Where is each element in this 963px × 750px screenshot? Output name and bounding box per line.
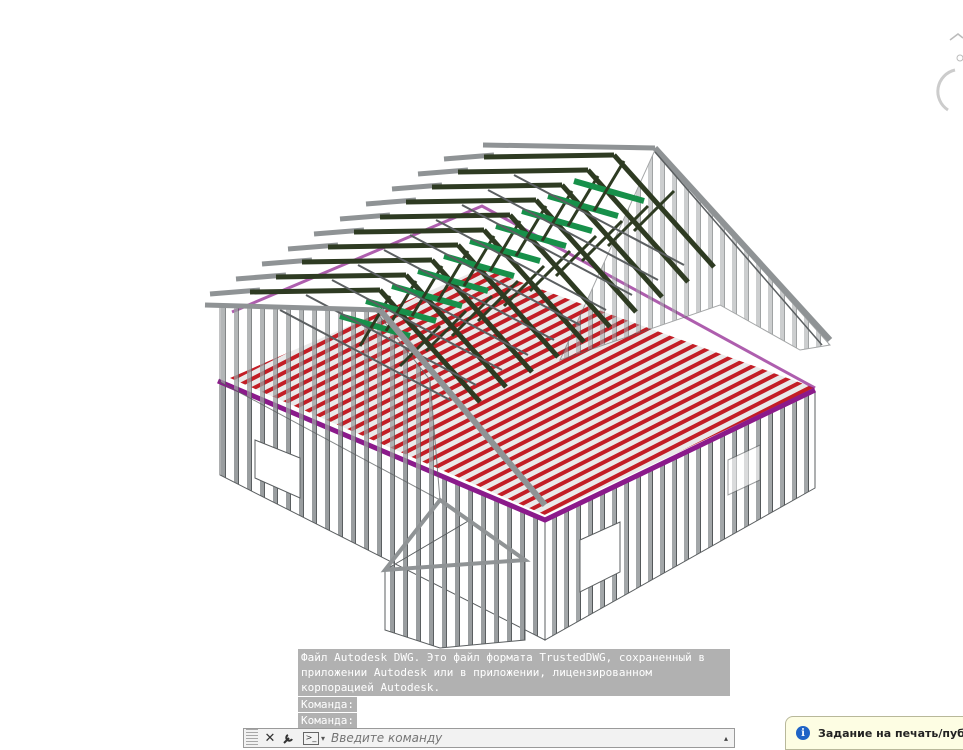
print-job-notification[interactable]: i Задание на печать/публи bbox=[785, 716, 963, 750]
command-history-message: Файл Autodesk DWG. Это файл формата Trus… bbox=[298, 649, 730, 696]
drag-handle[interactable] bbox=[246, 729, 258, 747]
truss-member bbox=[431, 182, 563, 190]
command-history: Файл Autodesk DWG. Это файл формата Trus… bbox=[298, 649, 730, 728]
truss-member bbox=[327, 242, 459, 250]
model-viewport[interactable] bbox=[0, 0, 963, 748]
command-prompt-icon[interactable]: >_ ▾ bbox=[303, 731, 329, 745]
truss-member bbox=[301, 257, 433, 265]
wrench-icon[interactable] bbox=[279, 729, 297, 747]
steel-frame-house-model bbox=[217, 149, 831, 649]
command-input[interactable] bbox=[329, 730, 724, 746]
viewcube-widget[interactable] bbox=[936, 33, 963, 112]
command-history-line: Команда: bbox=[298, 697, 357, 712]
notification-text: Задание на печать/публи bbox=[818, 726, 963, 740]
compass-ring-icon bbox=[936, 68, 956, 112]
command-line-bar: ✕ >_ ▾ ▴ bbox=[243, 728, 735, 748]
truss-member bbox=[353, 227, 485, 235]
truss-member bbox=[457, 167, 589, 175]
chevron-down-icon[interactable]: ▾ bbox=[321, 734, 325, 743]
close-icon[interactable]: ✕ bbox=[261, 729, 279, 747]
truss-member bbox=[405, 197, 537, 205]
truss-member bbox=[379, 212, 511, 220]
command-history-line: Команда: bbox=[298, 713, 357, 728]
truss-member bbox=[483, 152, 615, 160]
truss-member bbox=[275, 272, 407, 280]
info-icon: i bbox=[796, 726, 810, 740]
chevron-up-icon[interactable]: ▴ bbox=[724, 734, 728, 743]
truss-member bbox=[249, 287, 381, 295]
compass-ring-icon bbox=[949, 33, 963, 41]
